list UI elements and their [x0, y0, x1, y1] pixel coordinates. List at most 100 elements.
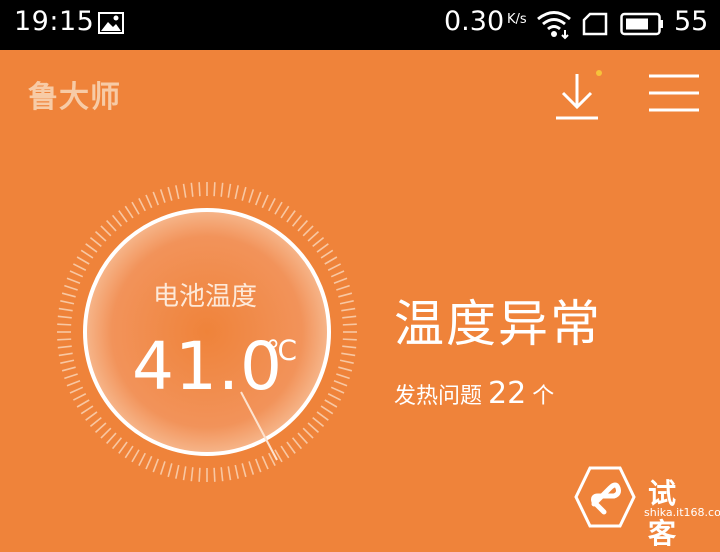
- watermark-domain: shika.it168.com: [644, 506, 720, 519]
- gauge-tick: [336, 373, 350, 380]
- gauge-tick: [61, 366, 76, 372]
- gauge-tick: [330, 270, 345, 278]
- gauge-tick: [320, 249, 334, 259]
- gauge-tick: [324, 399, 338, 408]
- gauge-tick: [333, 277, 348, 285]
- gauge-tick: [261, 455, 269, 470]
- gauge-tick: [333, 379, 348, 387]
- gauge-tick: [64, 373, 78, 380]
- gauge-tick: [286, 441, 296, 454]
- gauge-tick: [76, 256, 90, 265]
- gauge-tick: [274, 201, 283, 215]
- gauge-tick: [190, 182, 194, 197]
- gauge-tick: [307, 422, 320, 433]
- app-logo: 鲁大师: [28, 80, 121, 115]
- app-bar: 鲁大师: [0, 50, 720, 140]
- gauge-tick: [291, 437, 303, 450]
- gauge-tick: [124, 205, 134, 219]
- gauge-tick: [66, 379, 81, 387]
- sim-icon: [582, 12, 608, 36]
- shika-logo-icon: [574, 466, 636, 528]
- wifi-icon: [537, 11, 571, 40]
- gauge-tick: [138, 452, 146, 467]
- gauge-tick: [145, 455, 153, 470]
- gauge-tick: [268, 197, 276, 212]
- gauge-tick: [106, 219, 117, 232]
- gauge-tick: [302, 225, 314, 237]
- gauge-tick: [227, 183, 232, 198]
- gauge-tick: [159, 461, 166, 475]
- gauge-tick: [254, 191, 262, 206]
- gauge-tick: [175, 185, 180, 200]
- gauge-tick: [76, 399, 90, 408]
- gauge-tick: [316, 411, 329, 421]
- gauge-tick: [118, 210, 128, 223]
- status-bar: 19:15 0.30 K/s 55: [0, 0, 720, 50]
- gauge-tick: [280, 205, 290, 219]
- issue-summary[interactable]: 发热问题 22 个: [394, 376, 554, 411]
- gauge-tick: [182, 466, 187, 481]
- gauge-tick: [336, 284, 350, 291]
- gauge-tick: [302, 427, 314, 439]
- gauge-tick: [72, 393, 87, 401]
- gauge-tick: [227, 466, 232, 481]
- gauge-tick: [286, 210, 296, 223]
- gauge-tick: [220, 467, 224, 482]
- network-speed-unit: K/s: [507, 12, 527, 27]
- issue-unit: 个: [532, 384, 555, 409]
- gauge-tick: [261, 194, 269, 209]
- gallery-icon: [98, 12, 124, 34]
- gauge-tick: [307, 231, 320, 242]
- issue-count: 22: [488, 376, 527, 411]
- gauge-tick: [220, 182, 224, 197]
- gauge-tick: [69, 270, 84, 278]
- gauge-tick: [338, 292, 353, 298]
- gauge-tick: [58, 352, 73, 357]
- battery-icon: [620, 12, 663, 36]
- gauge-tick: [60, 300, 75, 305]
- gauge-tick: [124, 445, 134, 459]
- battery-level: 55: [674, 6, 709, 37]
- menu-icon[interactable]: [646, 70, 702, 116]
- gauge-tick: [89, 236, 102, 248]
- gauge-tick: [280, 445, 290, 459]
- gauge-tick: [342, 315, 357, 319]
- gauge-tick: [339, 300, 354, 305]
- gauge-tick: [145, 194, 153, 209]
- issue-label: 发热问题: [394, 384, 483, 409]
- gauge-tick: [85, 243, 98, 253]
- network-speed: 0.30: [444, 6, 505, 37]
- gauge-tick: [327, 263, 342, 271]
- gauge-tick: [341, 307, 356, 312]
- gauge-tick: [297, 432, 308, 445]
- gauge-tick: [320, 405, 334, 415]
- gauge-tick: [312, 236, 325, 248]
- gauge-tick: [338, 366, 353, 372]
- gauge-tick: [175, 464, 180, 479]
- temperature-unit: ℃: [266, 334, 298, 367]
- gauge-tick: [94, 422, 107, 433]
- gauge-tick: [138, 197, 146, 212]
- gauge-tick: [167, 463, 173, 478]
- gauge-tick: [152, 458, 160, 473]
- gauge-tick: [213, 182, 216, 197]
- gauge-tick: [248, 189, 255, 203]
- status-time: 19:15: [14, 6, 95, 37]
- gauge-tick: [80, 405, 94, 415]
- gauge-tick: [241, 463, 247, 478]
- gauge-label: 电池温度: [152, 282, 257, 312]
- gauge-tick: [64, 284, 78, 291]
- gauge-tick: [118, 441, 128, 454]
- gauge-tick: [106, 432, 117, 445]
- watermark: 试 客 shika.it168.com: [574, 462, 720, 550]
- gauge-tick: [152, 191, 160, 206]
- gauge-tick: [111, 214, 123, 227]
- notification-dot: [596, 70, 602, 76]
- status-title: 温度异常: [394, 295, 602, 353]
- gauge-tick: [85, 411, 98, 421]
- gauge-tick: [341, 352, 356, 357]
- gauge-tick: [57, 345, 72, 349]
- temperature-value: 41.0: [132, 328, 283, 405]
- gauge-tick: [330, 386, 345, 394]
- gauge-tick: [100, 225, 112, 237]
